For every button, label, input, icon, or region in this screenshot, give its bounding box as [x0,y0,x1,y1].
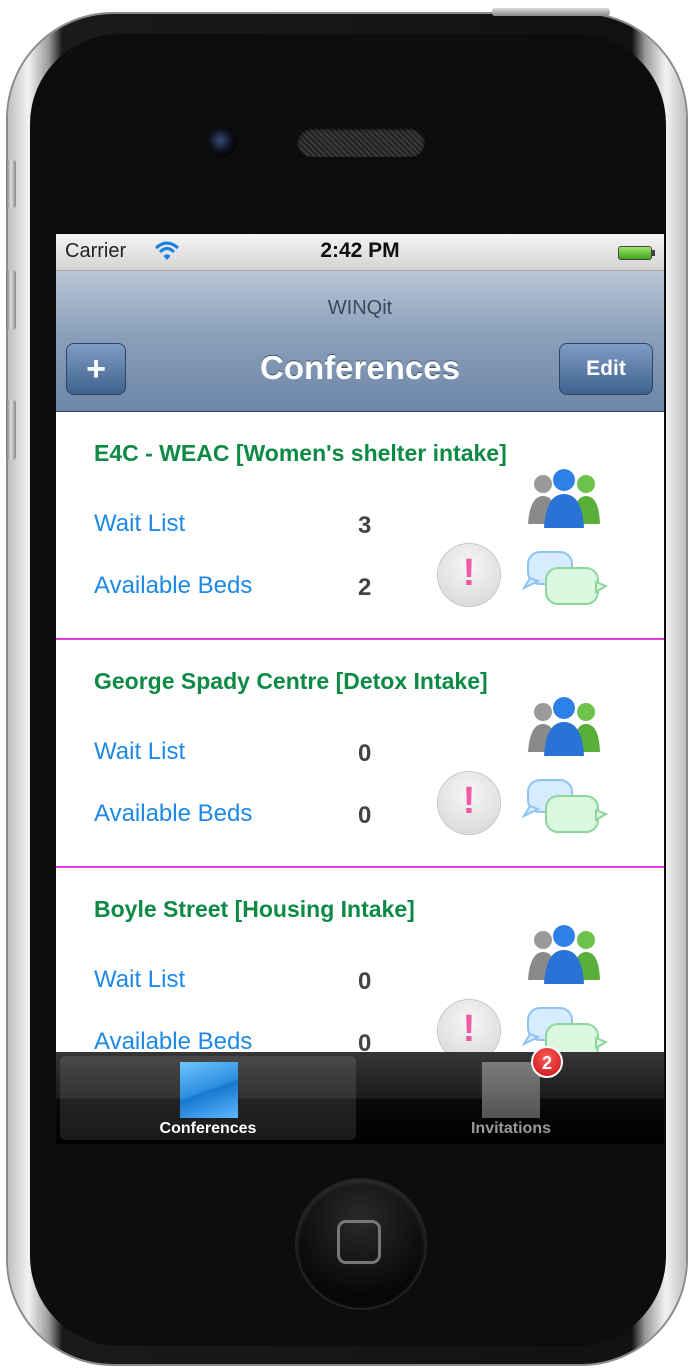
conference-title: Boyle Street [Housing Intake] [94,896,415,922]
navigation-bar: WINQit + Conferences Edit [56,271,664,412]
alert-icon[interactable]: ! [438,544,500,606]
battery-tip [652,250,655,256]
front-camera [207,127,237,157]
tab-invitations[interactable]: 2 Invitations [362,1046,660,1140]
conference-row[interactable]: George Spady Centre [Detox Intake] Wait … [56,640,664,868]
volume-up-button [6,270,16,330]
chat-icon[interactable] [522,776,608,838]
mute-switch [6,160,16,208]
wait-list-label: Wait List [94,510,186,537]
conference-title: E4C - WEAC [Women's shelter intake] [94,440,507,466]
wait-list-label: Wait List [94,738,186,765]
app-screen: Carrier 2:42 PM WINQit + Conferences Edi… [56,234,664,1099]
earpiece-speaker [297,127,425,157]
wait-list-label: Wait List [94,966,186,993]
nav-prompt: WINQit [327,297,393,319]
status-bar: Carrier 2:42 PM [56,234,664,271]
alert-glyph: ! [462,552,476,594]
conference-list: E4C - WEAC [Women's shelter intake] Wait… [56,412,664,1096]
people-icon[interactable] [526,468,602,528]
volume-down-button [6,400,16,460]
tab-conferences[interactable]: Conferences [60,1056,356,1140]
invitations-tab-icon [482,1062,540,1118]
conferences-tab-icon [180,1062,238,1118]
conference-title: George Spady Centre [Detox Intake] [94,668,488,694]
available-beds-label: Available Beds [94,800,253,827]
wait-list-value: 3 [358,512,372,539]
people-icon[interactable] [526,696,602,756]
alert-icon[interactable]: ! [438,772,500,834]
available-beds-value: 0 [358,802,372,829]
home-square-icon [337,1220,381,1264]
tab-bar: Conferences 2 Invitations [56,1046,664,1144]
edit-button[interactable]: Edit [559,343,653,395]
home-button-icon[interactable] [297,1180,425,1308]
battery-icon [618,246,652,260]
wait-list-value: 0 [358,740,372,767]
alert-glyph: ! [462,780,476,822]
available-beds-label: Available Beds [94,572,253,599]
wait-list-value: 0 [358,968,372,995]
alert-glyph: ! [462,1008,476,1050]
available-beds-value: 2 [358,574,372,601]
status-time: 2:42 PM [320,239,400,262]
people-icon[interactable] [526,924,602,984]
tab-label: Invitations [470,1120,551,1137]
power-button [492,8,610,16]
notification-badge: 2 [531,1046,563,1078]
conference-row[interactable]: E4C - WEAC [Women's shelter intake] Wait… [56,412,664,640]
chat-icon[interactable] [522,548,608,610]
tab-label: Conferences [159,1120,257,1137]
